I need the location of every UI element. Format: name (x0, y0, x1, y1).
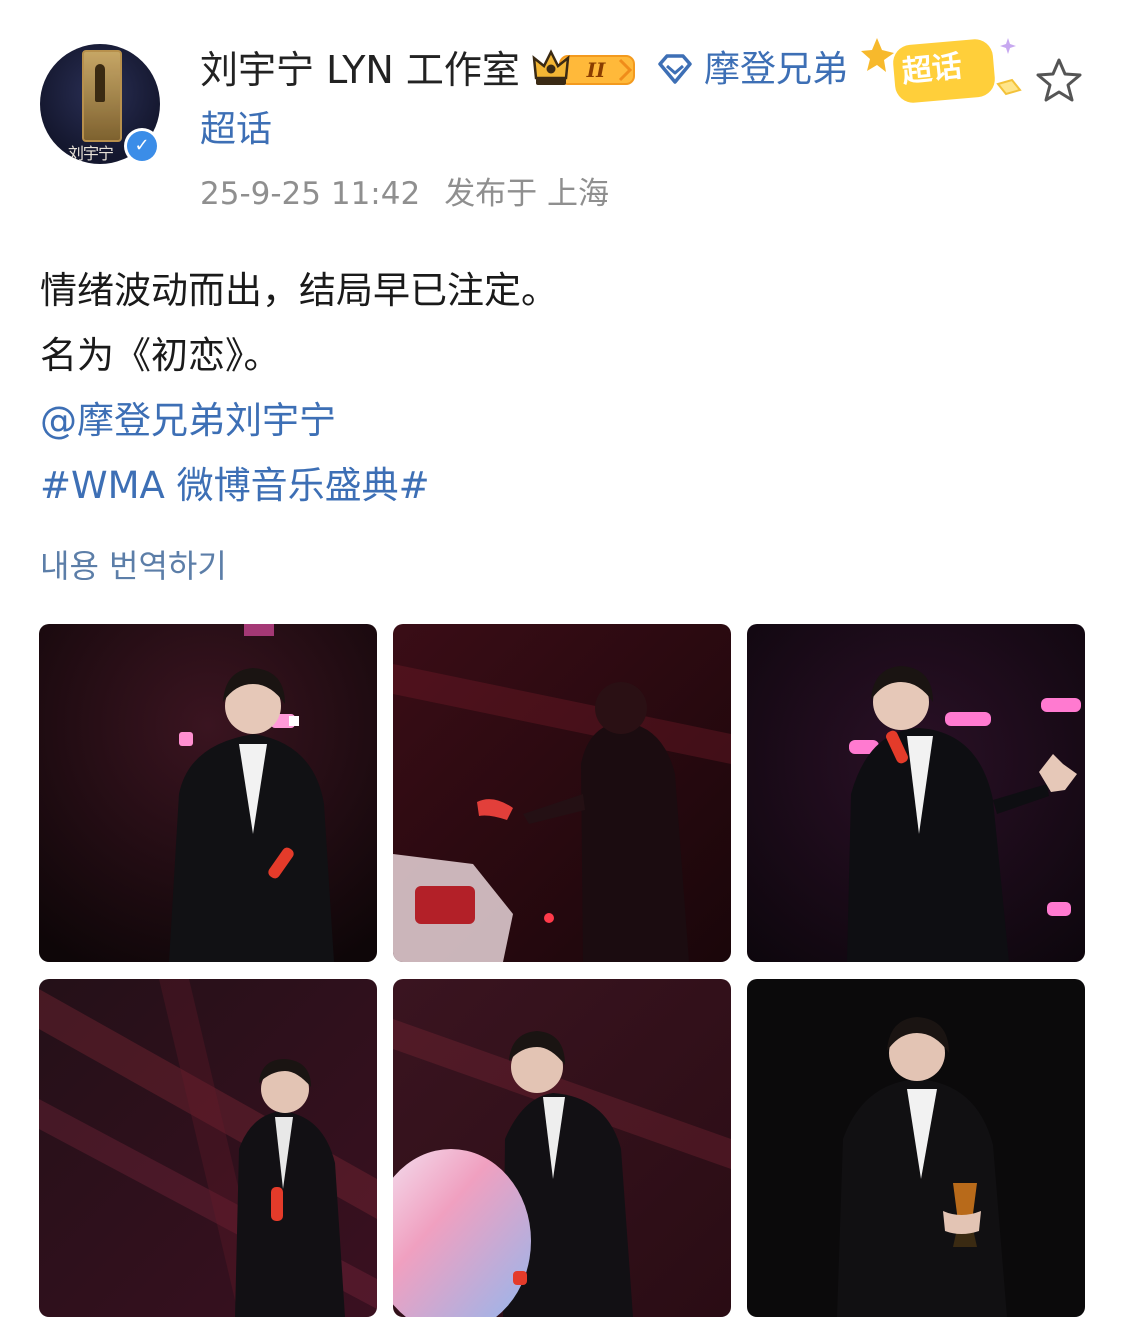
photo-4[interactable] (39, 979, 377, 1317)
content-line-2: 名为《初恋》。 (40, 334, 281, 377)
photo-1[interactable] (39, 624, 377, 962)
content-line-1: 情绪波动而出，结局早已注定。 (40, 269, 558, 312)
verified-check-icon: ✓ (124, 128, 160, 164)
avatar-signature: 刘宇宁 (68, 144, 114, 163)
fan-group-suffix[interactable]: 超话 (200, 104, 272, 156)
mention-link[interactable]: @摩登兄弟刘宇宁 (40, 388, 1085, 453)
hashtag-link[interactable]: #WMA 微博音乐盛典# (40, 453, 1085, 518)
supertopic-label: 超话 (900, 48, 964, 91)
supertopic-sticker[interactable]: 超话 (858, 28, 1028, 114)
photo-5[interactable] (393, 979, 731, 1317)
star-outline-icon[interactable] (1034, 56, 1084, 106)
photo-grid (39, 624, 1086, 1317)
crown-icon[interactable]: II (530, 48, 642, 90)
post-timestamp: 25-9-25 11:42 (200, 176, 421, 212)
fan-group-name[interactable]: 摩登兄弟 (704, 44, 848, 96)
author-name[interactable]: 刘宇宁 LYN 工作室 (200, 44, 520, 96)
translate-button[interactable]: 내용 번역하기 (40, 542, 227, 590)
diamond-icon (658, 54, 692, 84)
post-location: 发布于 上海 (444, 176, 610, 212)
weibo-post: 刘宇宁 ✓ 刘宇宁 LYN 工作室 II 摩登兄弟 超话 超话 25-9-25 … (0, 0, 1125, 1317)
post-content: 情绪波动而出，结局早已注定。 名为《初恋》。 @摩登兄弟刘宇宁 #WMA 微博音… (40, 258, 1085, 518)
crown-level: II (586, 58, 606, 82)
photo-2[interactable] (393, 624, 731, 962)
avatar-figure (95, 64, 105, 102)
post-meta: 25-9-25 11:42 发布于 上海 (200, 172, 609, 216)
photo-6[interactable] (747, 979, 1085, 1317)
photo-3[interactable] (747, 624, 1085, 962)
